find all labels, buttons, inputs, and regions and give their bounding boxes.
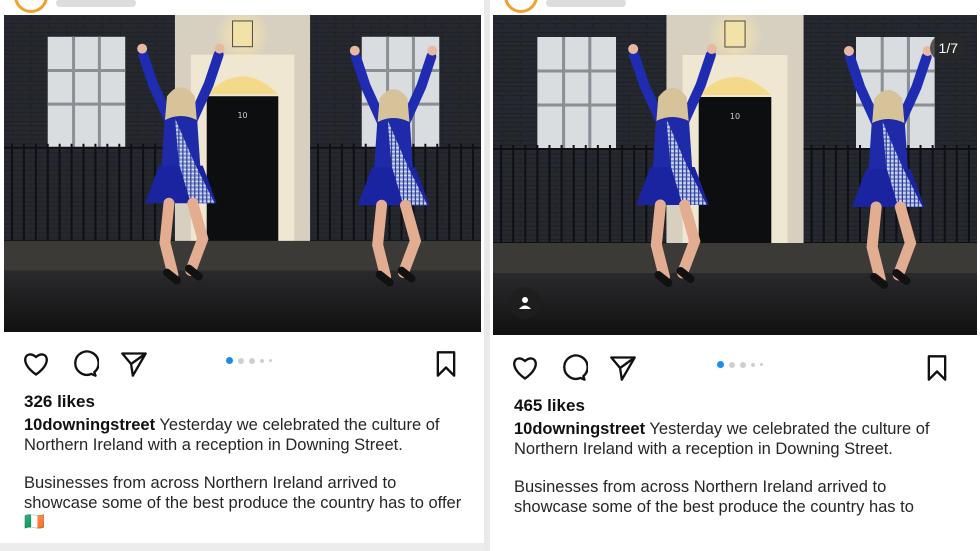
likes-count[interactable]: 326 likes <box>24 392 95 412</box>
share-icon[interactable] <box>118 348 150 380</box>
bottom-bar <box>0 543 484 551</box>
action-bar <box>0 344 484 384</box>
ireland-flag-icon: 🇮🇪 <box>24 513 45 531</box>
post-image[interactable]: 1/7 <box>493 15 977 335</box>
username-stub <box>56 0 136 7</box>
carousel-dots <box>226 357 272 364</box>
carousel-dots <box>717 361 763 368</box>
carousel-dot <box>760 363 763 366</box>
bookmark-icon[interactable] <box>430 348 462 380</box>
likes-count[interactable]: 465 likes <box>514 396 585 416</box>
caption-paragraph: Businesses from across Northern Ireland … <box>514 478 914 516</box>
caption: 10downingstreet Yesterday we celebrated … <box>514 420 964 536</box>
caption-username[interactable]: 10downingstreet <box>24 416 155 434</box>
username-stub <box>546 0 626 7</box>
carousel-dot <box>260 358 264 363</box>
heart-icon[interactable] <box>20 348 52 380</box>
post-header <box>504 0 626 13</box>
post-right: 1/7 465 likes 10downingstreet Yesterday … <box>490 0 980 551</box>
user-tag-icon[interactable] <box>509 287 541 319</box>
heart-icon[interactable] <box>509 352 541 384</box>
carousel-counter: 1/7 <box>929 35 967 61</box>
action-bar <box>490 348 980 388</box>
comment-icon[interactable] <box>69 348 101 380</box>
comment-icon[interactable] <box>558 352 590 384</box>
carousel-dot <box>751 362 755 367</box>
photo-scene <box>4 15 481 332</box>
caption-cutoff <box>490 527 980 551</box>
post-image[interactable] <box>4 15 481 332</box>
caption-paragraph: Businesses from across Northern Ireland … <box>24 474 462 512</box>
share-icon[interactable] <box>607 352 639 384</box>
bookmark-icon[interactable] <box>921 352 953 384</box>
caption: 10downingstreet Yesterday we celebrated … <box>24 416 474 551</box>
carousel-dot <box>238 357 244 364</box>
carousel-dot <box>729 361 735 368</box>
avatar[interactable] <box>504 0 538 13</box>
caption-username[interactable]: 10downingstreet <box>514 420 645 438</box>
carousel-dot <box>269 359 272 362</box>
post-header <box>14 0 136 13</box>
avatar[interactable] <box>14 0 48 13</box>
photo-scene <box>493 15 977 335</box>
carousel-dot <box>740 361 746 368</box>
carousel-dot <box>249 357 255 364</box>
post-left: 326 likes 10downingstreet Yesterday we c… <box>0 0 484 551</box>
carousel-dot <box>717 361 724 368</box>
carousel-dot <box>226 357 233 364</box>
